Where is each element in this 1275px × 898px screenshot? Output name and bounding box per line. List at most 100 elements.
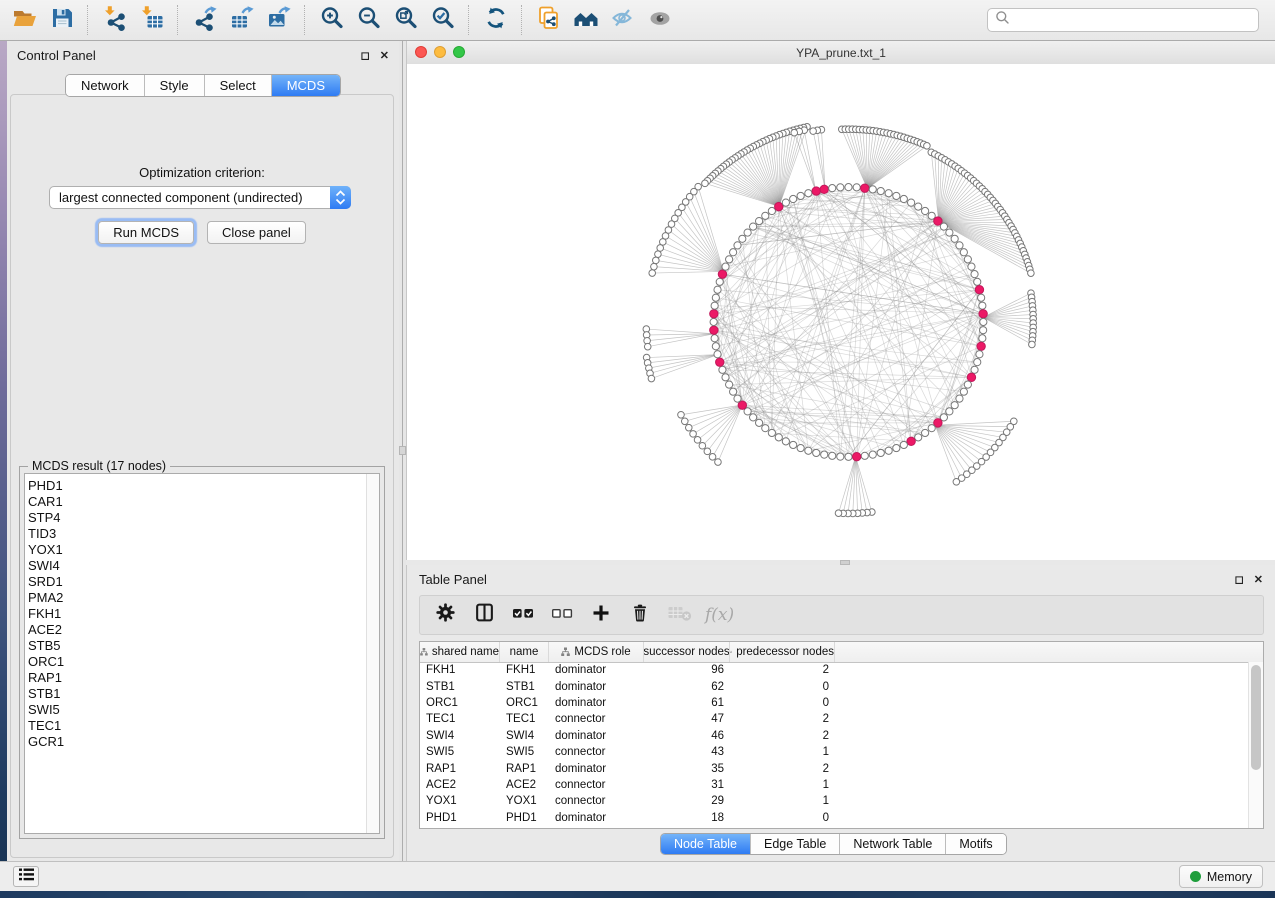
tab-motifs[interactable]: Motifs [946,834,1005,854]
vertical-splitter-handle[interactable] [399,446,406,455]
open-session-button[interactable] [6,3,43,37]
table-row[interactable]: FKH1FKH1dominator962 [420,662,1249,678]
table-row[interactable]: SWI5SWI5connector431 [420,744,1249,760]
mcds-result-item[interactable]: TEC1 [28,718,365,734]
close-panel-button[interactable]: Close panel [207,221,306,244]
tab-node-table[interactable]: Node Table [661,834,751,854]
save-session-button[interactable] [43,3,80,37]
first-neighbors-button[interactable] [567,3,604,37]
import-network-button[interactable] [96,3,133,37]
mcds-result-item[interactable]: ORC1 [28,654,365,670]
search-input[interactable] [1010,10,1258,30]
tab-network-table[interactable]: Network Table [840,834,946,854]
zoom-selected-icon [430,5,456,36]
export-network-button[interactable] [186,3,223,37]
tab-select[interactable]: Select [205,75,272,96]
refresh-button[interactable] [477,3,514,37]
table-row[interactable]: SWI4SWI4dominator462 [420,728,1249,744]
zoom-out-button[interactable] [350,3,387,37]
tab-mcds[interactable]: MCDS [272,75,340,96]
mcds-result-item[interactable]: TID3 [28,526,365,542]
mcds-result-item[interactable]: GCR1 [28,734,365,750]
column-header-predecessor-nodes[interactable]: predecessor nodes [730,642,835,662]
tab-edge-table[interactable]: Edge Table [751,834,840,854]
table-scrollbar[interactable] [1248,662,1263,828]
select-all-checkboxes-button[interactable] [510,601,536,629]
tab-style[interactable]: Style [145,75,205,96]
status-bar: Memory [0,861,1275,891]
copy-network-icon [536,5,562,36]
close-window-icon[interactable] [415,46,427,58]
column-header-MCDS-role[interactable]: MCDS role [549,642,644,662]
table-row[interactable]: PHD1PHD1dominator180 [420,810,1249,826]
table-row[interactable]: ACE2ACE2connector311 [420,777,1249,793]
run-mcds-button[interactable]: Run MCDS [98,221,194,244]
close-panel-icon[interactable]: ✕ [380,49,389,62]
search-icon [995,10,1010,30]
table-row[interactable]: STB1STB1dominator620 [420,678,1249,694]
toolbar-separator [87,5,89,35]
mcds-result-item[interactable]: STB5 [28,638,365,654]
mcds-result-item[interactable]: ACE2 [28,622,365,638]
mcds-result-item[interactable]: CAR1 [28,494,365,510]
cell-shared-name: PHD1 [420,812,500,824]
tab-network[interactable]: Network [66,75,145,96]
mcds-result-item[interactable]: SWI5 [28,702,365,718]
table-row[interactable]: TEC1TEC1connector472 [420,711,1249,727]
float-panel-icon[interactable]: ◻ [361,49,370,62]
zoom-window-icon[interactable] [453,46,465,58]
column-header-name[interactable]: name [500,642,549,662]
delete-column-button[interactable] [627,601,653,629]
column-header-successor-nodes[interactable]: successor nodes [644,642,730,662]
settings-gear-button[interactable] [432,601,458,629]
export-table-button[interactable] [223,3,260,37]
zoom-selected-button[interactable] [424,3,461,37]
column-layout-button[interactable] [471,601,497,629]
zoom-in-button[interactable] [313,3,350,37]
column-layout-icon [474,602,495,628]
hide-selected-icon [610,5,636,36]
cell-shared-name: SWI4 [420,730,500,742]
column-header-shared-name[interactable]: shared name [420,642,500,662]
criterion-dropdown[interactable]: largest connected component (undirected) [49,186,351,209]
table-row[interactable]: RAP1RAP1dominator352 [420,760,1249,776]
table-scrollbar-thumb[interactable] [1251,665,1261,770]
close-table-panel-icon[interactable]: ✕ [1254,573,1263,586]
zoom-in-icon [319,5,345,36]
toolbar-group [186,3,297,37]
mcds-result-item[interactable]: SWI4 [28,558,365,574]
mcds-result-item[interactable]: RAP1 [28,670,365,686]
memory-button[interactable]: Memory [1179,865,1263,888]
cell-predecessor-nodes: 2 [730,763,835,775]
mcds-result-item[interactable]: PMA2 [28,590,365,606]
mcds-result-item[interactable]: SRD1 [28,574,365,590]
clear-checkboxes-button[interactable] [549,601,575,629]
float-table-panel-icon[interactable]: ◻ [1235,573,1244,586]
mcds-result-item[interactable]: PHD1 [28,478,365,494]
cell-MCDS-role: dominator [549,664,644,676]
mcds-result-item[interactable]: STP4 [28,510,365,526]
network-graph[interactable] [407,64,1275,560]
toolbar-separator [521,5,523,35]
vertical-splitter[interactable] [399,41,406,862]
show-all-button[interactable] [641,3,678,37]
import-table-button[interactable] [133,3,170,37]
zoom-fit-button[interactable] [387,3,424,37]
mcds-result-item[interactable]: YOX1 [28,542,365,558]
minimize-window-icon[interactable] [434,46,446,58]
table-panel: Table Panel ◻ ✕ f(x) shared namenameMCDS… [406,565,1275,862]
result-list-scrollbar[interactable] [366,474,379,833]
mcds-result-item[interactable]: FKH1 [28,606,365,622]
network-window-titlebar[interactable]: YPA_prune.txt_1 [407,41,1275,65]
table-row[interactable]: ORC1ORC1dominator610 [420,695,1249,711]
cell-name: STB1 [500,681,549,693]
add-column-button[interactable] [588,601,614,629]
copy-network-button[interactable] [530,3,567,37]
network-canvas[interactable] [407,64,1275,560]
table-row[interactable]: YOX1YOX1connector291 [420,793,1249,809]
mcds-result-item[interactable]: STB1 [28,686,365,702]
zoom-out-icon [356,5,382,36]
task-history-button[interactable] [13,866,39,887]
hide-selected-button[interactable] [604,3,641,37]
export-image-button[interactable] [260,3,297,37]
